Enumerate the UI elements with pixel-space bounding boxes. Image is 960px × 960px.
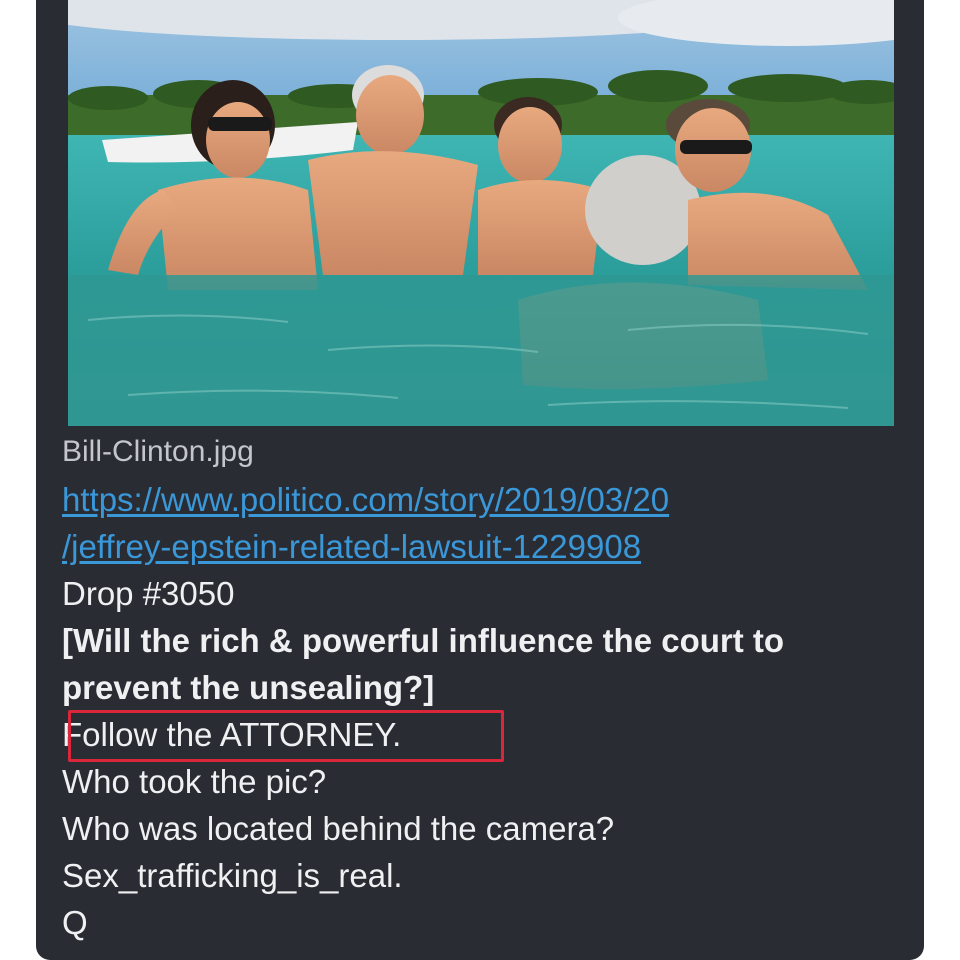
- post-photo[interactable]: [68, 0, 894, 426]
- line-who-took-pic: Who took the pic?: [62, 763, 327, 800]
- post-card: Bill-Clinton.jpg https://www.politico.co…: [36, 0, 924, 960]
- highlighted-line: Follow the ATTORNEY.: [62, 716, 402, 753]
- article-link-line-2[interactable]: /jeffrey-epstein-related-lawsuit-1229908: [62, 523, 902, 570]
- line-sex-trafficking: Sex_trafficking_is_real.: [62, 857, 403, 894]
- line-behind-camera: Who was located behind the camera?: [62, 810, 615, 847]
- article-link-line-1[interactable]: https://www.politico.com/story/2019/03/2…: [62, 476, 902, 523]
- signature: Q: [62, 904, 88, 941]
- post-body: Bill-Clinton.jpg https://www.politico.co…: [62, 426, 902, 946]
- beach-photo-image: [68, 0, 894, 426]
- drop-number: Drop #3050: [62, 575, 235, 612]
- image-filename[interactable]: Bill-Clinton.jpg: [62, 428, 902, 476]
- bold-question: [Will the rich & powerful influence the …: [62, 622, 785, 706]
